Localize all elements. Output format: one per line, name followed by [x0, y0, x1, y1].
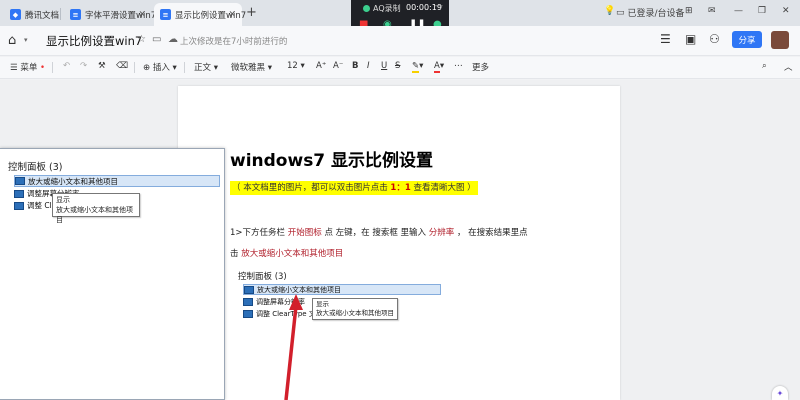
- red-arrow-annotation: [284, 294, 303, 400]
- monitor-icon: [14, 189, 24, 198]
- doc-icon: ≡: [70, 9, 81, 20]
- step-paragraph-cont: 击 放大或缩小文本和其他项目: [230, 249, 344, 259]
- cloud-saved-icon: ☁: [168, 34, 178, 45]
- minimize-icon[interactable]: —: [734, 6, 743, 16]
- search-icon[interactable]: ⌕: [762, 61, 767, 71]
- tab-tencent-docs[interactable]: ◆ 腾讯文档: [4, 3, 61, 26]
- chevron-up-icon[interactable]: ︿: [784, 61, 793, 73]
- menu-button[interactable]: ☰ 菜单 •: [10, 61, 45, 73]
- decrease-font-icon[interactable]: A⁻: [333, 61, 343, 71]
- save-status: 上次修改是在7小时前进行的: [180, 37, 288, 47]
- document-heading: windows7 显示比例设置: [230, 151, 434, 171]
- panel-title: 控制面板 (3): [8, 162, 63, 173]
- italic-icon[interactable]: I: [367, 61, 370, 71]
- collaborator-icon[interactable]: ⚇: [709, 32, 720, 46]
- tab-font-smoothing[interactable]: ≡ 字体平滑设置win7 ✕: [64, 3, 156, 26]
- monitor-icon: [14, 201, 24, 210]
- new-tab-plus-icon[interactable]: +: [246, 5, 257, 20]
- tencent-docs-icon: ◆: [10, 9, 21, 20]
- more-icon[interactable]: ⋯: [454, 61, 463, 71]
- menu-icon[interactable]: ☰: [660, 32, 671, 46]
- embedded-screenshot[interactable]: 控制面板 (3) 放大或缩小文本和其他项目 调整屏幕分辨率 调整 ClearTy…: [236, 264, 442, 400]
- grid-icon[interactable]: ⊞: [685, 6, 693, 16]
- format-toolbar: ☰ 菜单 • ↶ ↷ ⚒ ⌫ ⊕ 插入 ▾ 正文 ▾ 微软雅黑 ▾ 12 ▾ A…: [0, 57, 800, 79]
- recorder-minimize-icon[interactable]: —: [434, 1, 443, 11]
- control-panel-search-results: 控制面板 (3) 放大或缩小文本和其他项目 调整屏幕分辨率 调整 ClearTy…: [0, 148, 225, 400]
- share-button[interactable]: 分享: [732, 31, 762, 48]
- recorder-logo-icon: [363, 5, 370, 12]
- redo-icon[interactable]: ↷: [80, 61, 87, 71]
- font-color-icon[interactable]: A▾: [434, 61, 444, 73]
- underline-icon[interactable]: U: [381, 61, 387, 71]
- tab-label: 腾讯文档: [25, 10, 60, 21]
- document-header: ⌂ ▾ 显示比例设置win7 ☆ ▭ ☁ 上次修改是在7小时前进行的 ☰ ▣ ⚇…: [0, 26, 800, 56]
- chevron-down-icon[interactable]: ▾: [24, 36, 28, 44]
- font-family-select[interactable]: 微软雅黑 ▾: [231, 61, 272, 73]
- hamburger-icon: ☰: [10, 63, 21, 73]
- tooltip: 显示 放大或缩小文本和其他项目: [52, 193, 140, 224]
- login-status[interactable]: ▭ 已登录/台设备: [616, 6, 685, 20]
- paragraph-style-select[interactable]: 正文 ▾: [194, 61, 218, 73]
- highlight-note: （ 本文档里的图片，都可以双击图片点击 1：1 查看清晰大图 ）: [230, 181, 478, 195]
- avatar[interactable]: [771, 31, 789, 49]
- message-icon[interactable]: ✉: [708, 6, 716, 16]
- document-title[interactable]: 显示比例设置win7: [46, 33, 142, 49]
- highlight-icon[interactable]: ✎▾: [412, 61, 423, 73]
- star-icon[interactable]: ☆: [137, 34, 146, 45]
- assistant-icon[interactable]: ✦: [772, 386, 788, 400]
- doc-icon: ≡: [160, 9, 171, 20]
- increase-font-icon[interactable]: A⁺: [316, 61, 326, 71]
- tab-display-scale[interactable]: ≡ 显示比例设置win7 ✕: [154, 3, 246, 26]
- bold-icon[interactable]: B: [352, 61, 358, 71]
- list-item[interactable]: 放大或缩小文本和其他项目: [14, 175, 220, 187]
- device-icon: ▭: [616, 7, 625, 18]
- format-painter-icon[interactable]: ⚒: [98, 61, 106, 71]
- home-icon[interactable]: ⌂: [8, 33, 16, 48]
- folder-icon[interactable]: ▭: [152, 34, 161, 45]
- insert-button[interactable]: ⊕ 插入 ▾: [143, 61, 177, 73]
- font-size-select[interactable]: 12 ▾: [287, 61, 305, 71]
- close-icon[interactable]: ✕: [228, 10, 236, 20]
- step-paragraph: 1>下方任务栏 开始图标 点 左键，在 搜索框 里输入 分辨率 ， 在搜索结果里…: [230, 228, 528, 238]
- clear-format-icon[interactable]: ⌫: [116, 61, 128, 71]
- recorder-title: AQ录制: [373, 4, 401, 13]
- more-button[interactable]: 更多: [472, 61, 489, 73]
- plus-circle-icon: ⊕: [143, 63, 153, 73]
- undo-icon[interactable]: ↶: [63, 61, 70, 71]
- restore-icon[interactable]: ❐: [758, 6, 766, 16]
- close-icon[interactable]: ✕: [138, 10, 146, 20]
- monitor-icon: [15, 177, 25, 185]
- window-close-icon[interactable]: ✕: [782, 6, 790, 16]
- strikethrough-icon[interactable]: S: [395, 61, 400, 71]
- bulb-icon[interactable]: 💡: [604, 6, 615, 16]
- present-icon[interactable]: ▣: [685, 32, 696, 46]
